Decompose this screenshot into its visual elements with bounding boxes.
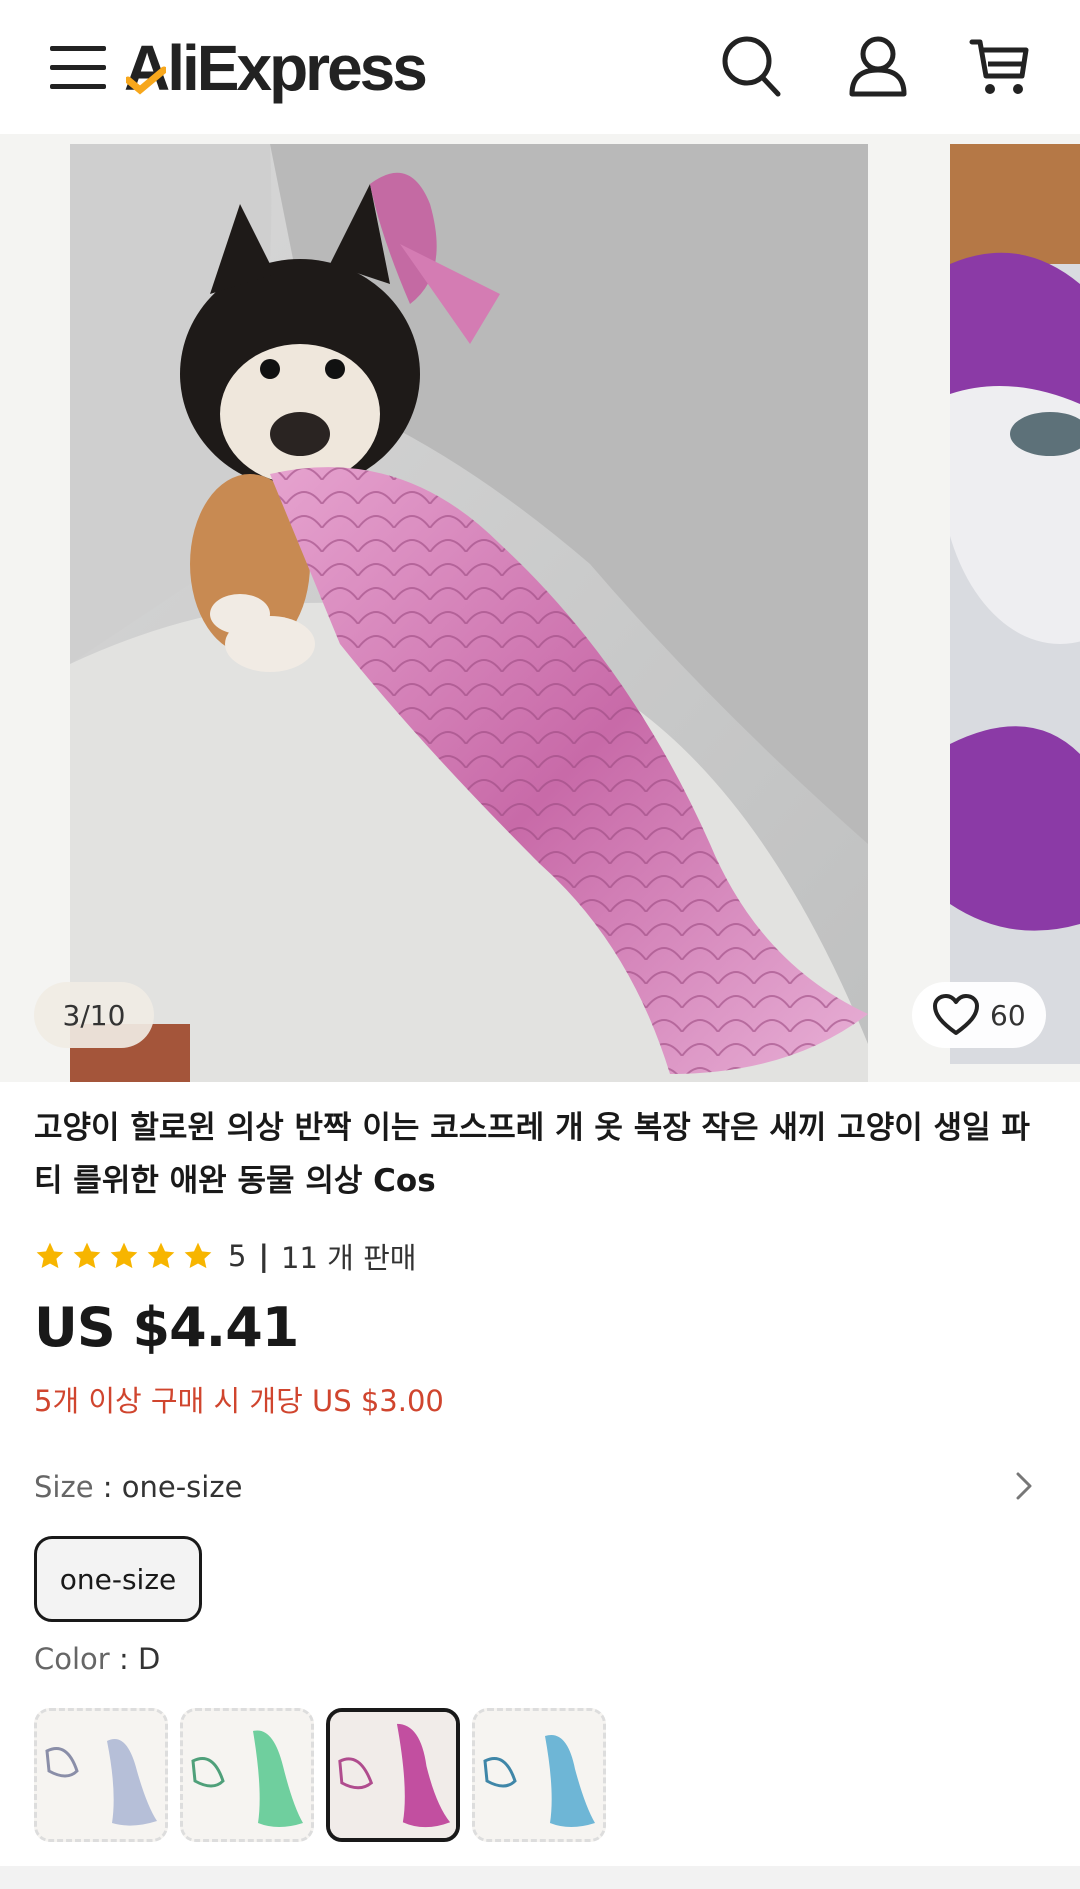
pink-costume-thumbnail bbox=[330, 1712, 456, 1838]
product-title: 고양이 할로윈 의상 반짝 이는 코스프레 개 옷 복장 작은 새끼 고양이 생… bbox=[34, 1110, 1030, 1199]
star-icon bbox=[110, 1242, 138, 1269]
color-swatch-green[interactable] bbox=[180, 1708, 314, 1842]
color-swatch-blue[interactable] bbox=[472, 1708, 606, 1842]
bottom-divider bbox=[0, 1866, 1080, 1889]
product-price: US $4.41 bbox=[34, 1296, 299, 1359]
logo-check-icon bbox=[126, 66, 166, 95]
color-swatch-pink-selected[interactable] bbox=[326, 1708, 460, 1842]
star-rating bbox=[34, 1240, 214, 1272]
size-option-one-size[interactable]: one-size bbox=[34, 1536, 202, 1622]
wishlist-count: 60 bbox=[990, 998, 1026, 1032]
star-icon bbox=[147, 1242, 175, 1269]
product-image-cat-mermaid[interactable] bbox=[950, 144, 1080, 1064]
size-selector-label: Size : one-size bbox=[34, 1470, 242, 1504]
header: AliExpress bbox=[0, 0, 1080, 134]
star-icon bbox=[184, 1242, 212, 1269]
color-swatches bbox=[34, 1708, 606, 1842]
cart-icon[interactable] bbox=[968, 34, 1032, 100]
silver-costume-thumbnail bbox=[37, 1711, 165, 1839]
size-value: one-size bbox=[121, 1470, 243, 1504]
size-colon: : bbox=[102, 1470, 122, 1504]
sold-count: 11 개 판매 bbox=[281, 1241, 417, 1275]
star-icon bbox=[36, 1242, 64, 1269]
star-icon bbox=[73, 1242, 101, 1269]
user-icon[interactable] bbox=[846, 34, 910, 100]
product-gallery[interactable]: 3/10 60 bbox=[0, 134, 1080, 1082]
heart-icon bbox=[933, 994, 979, 1035]
color-colon: : bbox=[118, 1642, 138, 1676]
bulk-discount: 5개 이상 구매 시 개당 US $3.00 bbox=[34, 1384, 444, 1418]
separator: | bbox=[258, 1239, 270, 1273]
image-counter: 3/10 bbox=[34, 982, 154, 1048]
color-value: D bbox=[137, 1642, 161, 1676]
wishlist-button[interactable]: 60 bbox=[912, 982, 1046, 1048]
color-selector-label: Color : D bbox=[34, 1642, 160, 1676]
product-image-dog-mermaid[interactable] bbox=[70, 144, 868, 1082]
rating-row[interactable]: 5 | 11 개 판매 bbox=[34, 1232, 416, 1280]
size-label: Size bbox=[34, 1470, 94, 1504]
green-costume-thumbnail bbox=[183, 1711, 311, 1839]
logo-text: AliExpress bbox=[124, 32, 428, 104]
menu-icon[interactable] bbox=[50, 44, 106, 92]
color-swatch-silver[interactable] bbox=[34, 1708, 168, 1842]
color-label: Color bbox=[34, 1642, 110, 1676]
chevron-right-icon[interactable] bbox=[1010, 1466, 1038, 1506]
blue-costume-thumbnail bbox=[475, 1711, 603, 1839]
search-icon[interactable] bbox=[720, 34, 784, 100]
rating-value: 5 bbox=[228, 1239, 247, 1273]
aliexpress-logo[interactable]: AliExpress bbox=[124, 28, 428, 108]
